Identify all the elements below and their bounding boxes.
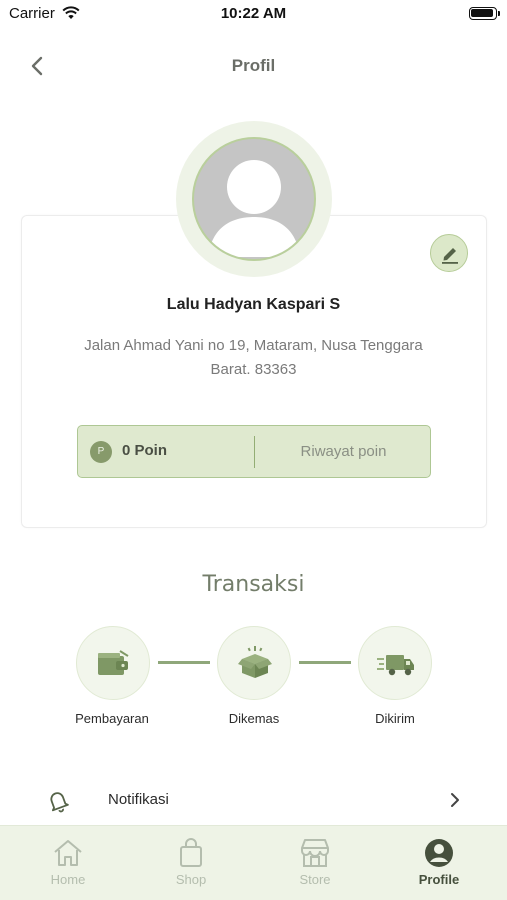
section-title-transactions: Transaksi [202, 572, 305, 597]
home-icon [54, 840, 82, 866]
step-label-shipping: Dikirim [375, 711, 415, 726]
avatar[interactable] [192, 137, 316, 261]
edit-profile-button[interactable] [430, 234, 468, 272]
step-connector [158, 661, 210, 664]
points-badge-icon: P [90, 441, 112, 463]
bell-icon [50, 792, 69, 813]
user-placeholder-icon [208, 160, 300, 257]
tab-shop[interactable]: Shop [141, 826, 241, 900]
truck-icon [377, 655, 414, 676]
divider [254, 436, 255, 468]
shopping-bag-icon [180, 838, 202, 867]
packing-step-button[interactable] [217, 626, 291, 700]
step-label-packing: Dikemas [228, 711, 280, 726]
points-history-button[interactable]: Riwayat poin [256, 426, 431, 477]
payment-step-button[interactable] [76, 626, 150, 700]
menu-item-notifications[interactable]: Notifikasi [0, 778, 507, 822]
user-address: Jalan Ahmad Yani no 19, Mataram, Nusa Te… [84, 337, 423, 378]
page-title: Profil [231, 56, 276, 75]
tab-bar: Home Shop Store Profile [0, 825, 507, 900]
user-circle-icon [425, 839, 453, 867]
tab-store[interactable]: Store [265, 826, 365, 900]
pencil-icon [442, 248, 458, 264]
tab-label: Store [299, 872, 331, 887]
tab-label: Profile [418, 872, 460, 887]
battery-icon [469, 7, 500, 20]
wallet-icon [98, 650, 129, 675]
points-balance[interactable]: P 0 Poin [78, 426, 255, 477]
box-icon [238, 646, 272, 678]
tab-home[interactable]: Home [18, 826, 118, 900]
points-value: 0 Poin [122, 442, 168, 459]
tab-label: Shop [175, 872, 207, 887]
menu-item-label: Notifikasi [108, 791, 169, 808]
user-name: Lalu Hadyan Kaspari S [166, 296, 341, 313]
chevron-right-icon [451, 793, 459, 807]
status-time: 10:22 AM [220, 5, 287, 22]
store-icon [301, 839, 329, 867]
step-connector [299, 661, 351, 664]
tab-label: Home [50, 872, 86, 887]
tab-profile[interactable]: Profile [389, 826, 489, 900]
step-label-payment: Pembayaran [75, 711, 149, 726]
shipping-step-button[interactable] [358, 626, 432, 700]
points-bar: P 0 Poin Riwayat poin [77, 425, 431, 478]
status-bar: Carrier 10:22 AM [0, 0, 507, 30]
